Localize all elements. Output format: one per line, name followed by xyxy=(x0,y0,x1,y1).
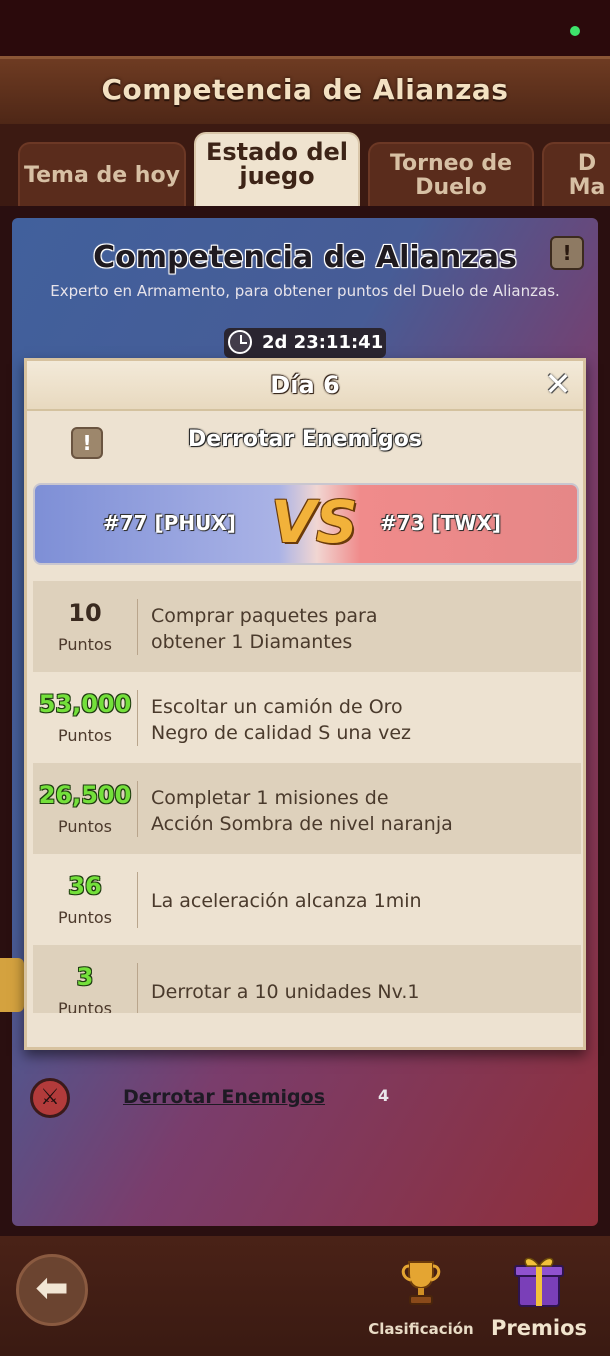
tab-label-line2: juego xyxy=(239,162,315,190)
prizes-button[interactable]: Premios xyxy=(484,1250,594,1354)
tab-label-line1: Estado del xyxy=(205,138,349,166)
exclamation-icon[interactable]: ! xyxy=(550,236,584,270)
tab-label-line1: Torneo de xyxy=(389,151,513,176)
side-panel-edge xyxy=(0,958,24,1012)
description-line2: Acción Sombra de nivel naranja xyxy=(151,813,453,835)
left-alliance: #77 [PHUX] xyxy=(103,511,236,535)
vs-icon: VS xyxy=(271,488,358,556)
divider xyxy=(137,872,138,928)
title-banner: Competencia de Alianzas xyxy=(0,56,610,130)
status-bar xyxy=(0,0,610,56)
task-description: Escoltar un camión de Oro Negro de calid… xyxy=(151,694,569,746)
divider xyxy=(137,690,138,746)
day-dialog: Día 6 ✕ Derrotar Enemigos ! #77 [PHUX] V… xyxy=(24,358,586,1050)
points-value: 26,500 xyxy=(38,781,132,809)
tab-torneo-de-duelo[interactable]: Torneo de Duelo xyxy=(368,142,534,206)
divider xyxy=(137,781,138,837)
task-description: Completar 1 misiones de Acción Sombra de… xyxy=(151,785,569,837)
defeat-enemies-row: ⚔ Derrotar Enemigos 4 xyxy=(30,1076,570,1120)
points-unit: Puntos xyxy=(57,726,113,745)
list-item: 53,000 Puntos Escoltar un camión de Oro … xyxy=(33,672,581,763)
countdown-timer: 2d 23:11:41 xyxy=(224,328,386,358)
ranking-button[interactable]: Clasificación xyxy=(366,1256,476,1352)
points-value: 3 xyxy=(76,963,94,991)
tab-partial[interactable]: D Ma xyxy=(542,142,610,206)
list-item: 36 Puntos La aceleración alcanza 1min xyxy=(33,854,581,945)
page-title: Competencia de Alianzas xyxy=(101,73,509,106)
exclamation-icon[interactable]: ! xyxy=(71,427,103,459)
list-item: 3 Puntos Derrotar a 10 unidades Nv.1 xyxy=(33,945,581,1013)
description-line2: obtener 1 Diamantes xyxy=(151,631,353,653)
right-alliance: #73 [TWX] xyxy=(380,511,501,535)
defeat-enemies-count: 4 xyxy=(378,1086,390,1105)
defeat-enemies-link[interactable]: Derrotar Enemigos xyxy=(123,1086,325,1108)
points-value: 10 xyxy=(68,599,102,627)
prizes-label: Premios xyxy=(491,1316,587,1340)
status-indicator-dot xyxy=(570,26,580,36)
task-description: Comprar paquetes para obtener 1 Diamante… xyxy=(151,603,569,655)
tab-label-line2: Duelo xyxy=(415,175,487,200)
tab-label-line1: D xyxy=(577,151,597,176)
divider xyxy=(137,963,138,1013)
dialog-header: Día 6 ✕ xyxy=(27,361,583,411)
tab-label: Tema de hoy xyxy=(24,163,180,188)
close-icon[interactable]: ✕ xyxy=(541,367,575,401)
points-unit: Puntos xyxy=(57,817,113,836)
description-line2: Negro de calidad S una vez xyxy=(151,722,412,744)
points-value: 53,000 xyxy=(38,690,132,718)
points-list[interactable]: 10 Puntos Comprar paquetes para obtener … xyxy=(33,581,581,1013)
description-line1: Comprar paquetes para xyxy=(151,605,378,627)
task-description: La aceleración alcanza 1min xyxy=(151,890,422,912)
background-title: Competencia de Alianzas xyxy=(93,240,517,275)
arrow-left-icon: ⬅ xyxy=(35,1265,69,1311)
tab-bar: Tema de hoy Estado del juego Torneo de D… xyxy=(0,124,610,206)
background-subtitle: Experto en Armamento, para obtener punto… xyxy=(50,282,560,300)
clock-icon xyxy=(228,330,252,354)
gift-icon xyxy=(514,1257,564,1307)
trophy-icon xyxy=(401,1261,441,1305)
divider xyxy=(137,599,138,655)
bottom-bar: ⬅ Clasificación Premios xyxy=(0,1236,610,1356)
task-title: Derrotar Enemigos xyxy=(188,427,422,452)
points-unit: Puntos xyxy=(57,999,113,1013)
description-line1: Escoltar un camión de Oro xyxy=(151,696,403,718)
points-value: 36 xyxy=(68,872,102,900)
points-unit: Puntos xyxy=(57,908,113,927)
list-item: 10 Puntos Comprar paquetes para obtener … xyxy=(33,581,581,672)
timer-text: 2d 23:11:41 xyxy=(262,332,384,353)
tab-tema-de-hoy[interactable]: Tema de hoy xyxy=(18,142,186,206)
points-unit: Puntos xyxy=(57,635,113,654)
dialog-title: Día 6 xyxy=(270,371,340,399)
tab-label-line2: Ma xyxy=(568,175,606,200)
list-item: 26,500 Puntos Completar 1 misiones de Ac… xyxy=(33,763,581,854)
tab-estado-del-juego[interactable]: Estado del juego xyxy=(194,132,360,206)
task-description: Derrotar a 10 unidades Nv.1 xyxy=(151,981,420,1003)
versus-bar: #77 [PHUX] VS #73 [TWX] xyxy=(33,483,579,565)
back-button[interactable]: ⬅ xyxy=(16,1254,88,1326)
crossed-swords-icon: ⚔ xyxy=(30,1078,70,1118)
ranking-label: Clasificación xyxy=(368,1320,474,1338)
description-line1: Completar 1 misiones de xyxy=(151,787,389,809)
